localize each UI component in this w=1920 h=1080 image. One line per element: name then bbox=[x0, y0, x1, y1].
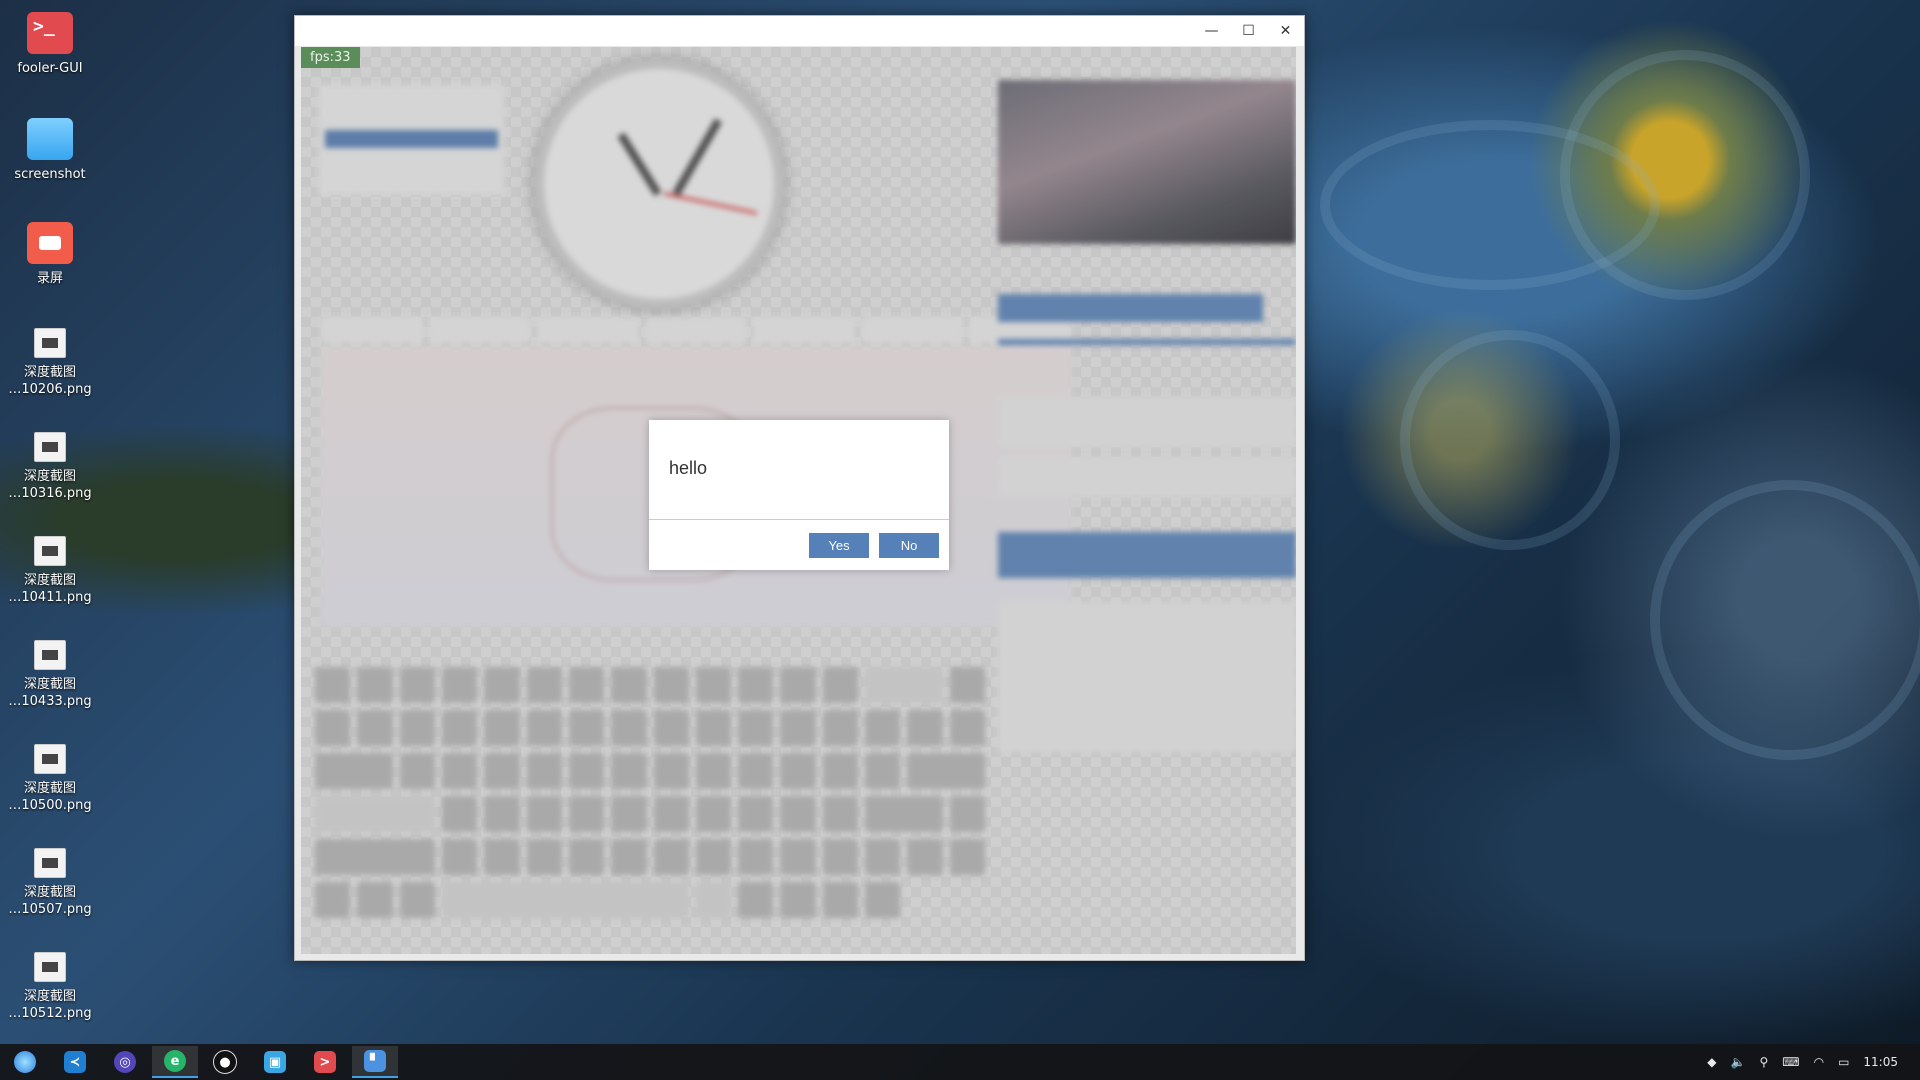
taskbar-app-qq[interactable]: ● bbox=[202, 1046, 248, 1078]
app-store-icon: ▣ bbox=[264, 1051, 286, 1073]
close-button[interactable]: ✕ bbox=[1267, 16, 1304, 46]
wallpaper-swirl bbox=[1650, 480, 1920, 760]
folder-icon bbox=[27, 118, 73, 160]
fps-counter: fps:33 bbox=[301, 47, 360, 68]
taskbar-app-browser[interactable]: e bbox=[152, 1046, 198, 1078]
image-file-icon bbox=[34, 744, 66, 774]
desktop-icon-label: 录屏 bbox=[36, 271, 63, 286]
system-tray: ◆ 🔈 ⚲ ⌨ ◠ ▭ 11:05 bbox=[1707, 1044, 1920, 1080]
desktop-icon-fooler-gui[interactable]: >_ fooler-GUI bbox=[0, 12, 100, 77]
desktop-icon-label: 深度截图 bbox=[23, 781, 76, 796]
minimize-button[interactable]: — bbox=[1193, 16, 1230, 46]
desktop-icon-filename: …10507.png bbox=[8, 902, 92, 917]
terminal-icon: >_ bbox=[27, 12, 73, 54]
usb-icon[interactable]: ⚲ bbox=[1759, 1055, 1768, 1069]
network-manager-icon[interactable]: ◆ bbox=[1707, 1055, 1716, 1069]
maximize-button[interactable]: ☐ bbox=[1230, 16, 1267, 46]
wifi-icon[interactable]: ◠ bbox=[1814, 1055, 1824, 1069]
video-camera-icon bbox=[27, 222, 73, 264]
terminal-icon: > bbox=[314, 1051, 336, 1073]
taskbar-app-assistant[interactable]: ◎ bbox=[102, 1046, 148, 1078]
desktop-icon-label: fooler-GUI bbox=[17, 61, 83, 76]
image-file-icon bbox=[34, 952, 66, 982]
no-button[interactable]: No bbox=[879, 533, 939, 558]
desktop-icon-filename: …10512.png bbox=[8, 1006, 92, 1021]
taskbar-app-terminal[interactable]: > bbox=[302, 1046, 348, 1078]
dialog-message: hello bbox=[669, 458, 708, 478]
taskbar-app-vscode[interactable]: ≺ bbox=[52, 1046, 98, 1078]
desktop-icon-label: 深度截图 bbox=[23, 885, 76, 900]
wallpaper-swirl bbox=[1400, 330, 1620, 550]
volume-icon[interactable]: 🔈 bbox=[1731, 1055, 1746, 1069]
keyboard-icon[interactable]: ⌨ bbox=[1782, 1055, 1799, 1069]
taskbar-app-store[interactable]: ▣ bbox=[252, 1046, 298, 1078]
vscode-icon: ≺ bbox=[64, 1051, 86, 1073]
desktop-icon-screen-recorder[interactable]: 录屏 bbox=[0, 222, 100, 287]
taskbar-app-fooler-gui[interactable]: ▘ bbox=[352, 1046, 398, 1078]
window-titlebar[interactable]: — ☐ ✕ bbox=[295, 16, 1304, 46]
image-file-icon bbox=[34, 432, 66, 462]
image-file-icon bbox=[34, 536, 66, 566]
taskbar: ≺ ◎ e ● ▣ > ▘ ◆ 🔈 ⚲ ⌨ ◠ ▭ 11:05 bbox=[0, 1044, 1920, 1080]
app-window-icon: ▘ bbox=[364, 1050, 386, 1072]
desktop-icon-label: 深度截图 bbox=[23, 989, 76, 1004]
desktop-icon-label: 深度截图 bbox=[23, 469, 76, 484]
desktop-icon-label: 深度截图 bbox=[23, 573, 76, 588]
desktop-icon-screenshot-file[interactable]: 深度截图 …10512.png bbox=[0, 952, 100, 1022]
desktop-icon-screenshot-file[interactable]: 深度截图 …10316.png bbox=[0, 432, 100, 502]
desktop-icon-screenshot-file[interactable]: 深度截图 …10500.png bbox=[0, 744, 100, 814]
desktop-icon-filename: …10433.png bbox=[8, 694, 92, 709]
image-file-icon bbox=[34, 848, 66, 878]
desktop-icon-filename: …10500.png bbox=[8, 798, 92, 813]
desktop-icon-filename: …10316.png bbox=[8, 486, 92, 501]
yes-button[interactable]: Yes bbox=[809, 533, 869, 558]
assistant-icon: ◎ bbox=[114, 1051, 136, 1073]
dialog-divider bbox=[649, 519, 949, 520]
clock[interactable]: 11:05 bbox=[1863, 1055, 1898, 1069]
desktop-icon-screenshot-file[interactable]: 深度截图 …10507.png bbox=[0, 848, 100, 918]
penguin-icon: ● bbox=[213, 1050, 237, 1074]
battery-icon[interactable]: ▭ bbox=[1838, 1055, 1849, 1069]
desktop-icon-screenshot-file[interactable]: 深度截图 …10433.png bbox=[0, 640, 100, 710]
desktop-icon-label: screenshot bbox=[14, 167, 86, 182]
wallpaper-swirl bbox=[1320, 120, 1660, 290]
image-file-icon bbox=[34, 328, 66, 358]
browser-icon: e bbox=[164, 1050, 186, 1072]
message-dialog: hello Yes No bbox=[649, 420, 949, 570]
desktop-icon-label: 深度截图 bbox=[23, 365, 76, 380]
desktop-icon-screenshot-folder[interactable]: screenshot bbox=[0, 118, 100, 183]
desktop-icon-screenshot-file[interactable]: 深度截图 …10411.png bbox=[0, 536, 100, 606]
desktop-icon-label: 深度截图 bbox=[23, 677, 76, 692]
image-file-icon bbox=[34, 640, 66, 670]
desktop-icon-filename: …10411.png bbox=[8, 590, 92, 605]
desktop-icon-screenshot-file[interactable]: 深度截图 …10206.png bbox=[0, 328, 100, 398]
taskbar-launcher[interactable] bbox=[2, 1046, 48, 1078]
launcher-icon bbox=[14, 1051, 36, 1073]
desktop-icon-filename: …10206.png bbox=[8, 382, 92, 397]
